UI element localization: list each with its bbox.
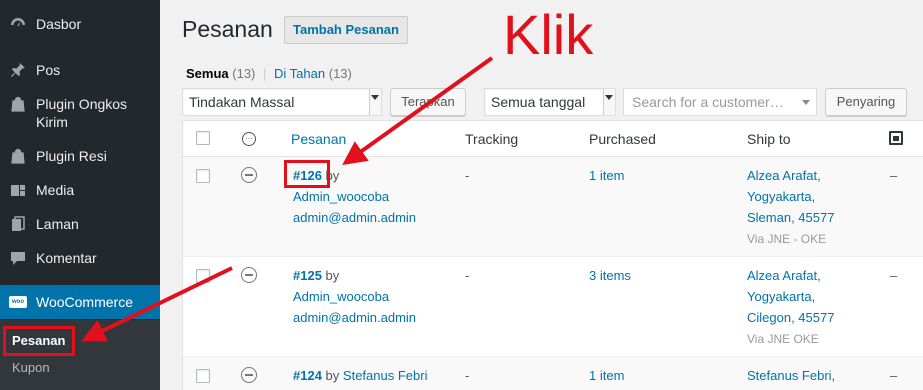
order-link[interactable]: #125 — [293, 268, 322, 283]
bag-icon — [9, 147, 27, 165]
comment-icon — [9, 249, 27, 267]
customer-link[interactable]: Admin_woocoba — [293, 289, 389, 304]
status-column-icon: ··· — [242, 132, 256, 146]
select-all-checkbox[interactable] — [196, 131, 210, 145]
status-circle-icon — [241, 167, 257, 183]
customer-email[interactable]: admin@admin.admin — [293, 210, 416, 225]
ship-to-cell: Stefanus Febri, — [747, 365, 835, 386]
ship-address-line[interactable]: Alzea Arafat, — [747, 268, 821, 283]
ship-address-line[interactable]: Stefanus Febri, — [747, 368, 835, 383]
purchased-link[interactable]: 1 item — [589, 365, 624, 386]
sidebar-item-laman[interactable]: Laman — [0, 215, 160, 233]
highlight-box-pesanan — [3, 326, 75, 356]
ship-address-line[interactable]: Cilegon, 45577 — [747, 310, 834, 325]
table-row[interactable]: #125 by Admin_woocoba admin@admin.admin … — [183, 257, 923, 357]
ship-address-line[interactable]: Sleman, 45577 — [747, 210, 834, 225]
sidebar-item-label: Plugin Ongkos Kirim — [36, 96, 128, 130]
status-circle-icon — [241, 367, 257, 383]
sidebar-item-dasbor[interactable]: Dasbor — [0, 15, 160, 33]
last-cell: – — [890, 368, 898, 383]
sidebar-item-label: Media — [36, 182, 75, 198]
customer-search-placeholder: Search for a customer… — [632, 94, 784, 110]
filter-separator: | — [263, 66, 267, 81]
highlight-box-order-126 — [284, 160, 330, 188]
bulk-action-value: Tindakan Massal — [189, 94, 295, 110]
status-filter-links: Semua (13) | Di Tahan (13) — [186, 66, 352, 81]
ship-address-line[interactable]: Yogyakarta, — [747, 189, 815, 204]
filter-ditahan-count: (13) — [328, 66, 352, 81]
customer-link[interactable]: Admin_woocoba — [293, 189, 389, 204]
add-order-button[interactable]: Tambah Pesanan — [284, 16, 408, 44]
sidebar-item-label: Laman — [36, 216, 79, 232]
row-checkbox[interactable] — [196, 269, 210, 283]
filter-button[interactable]: Penyaring — [825, 88, 907, 116]
table-header: ··· Pesanan Tracking Purchased Ship to — [183, 121, 923, 157]
tracking-cell: - — [465, 268, 470, 283]
filter-semua[interactable]: Semua — [186, 66, 229, 81]
order-cell: #124 by Stefanus Febri — [293, 365, 427, 386]
sidebar-item-plugin-resi[interactable]: Plugin Resi — [0, 147, 160, 165]
last-cell: – — [890, 268, 898, 283]
tracking-cell: - — [465, 168, 470, 183]
woo-icon: woo — [9, 293, 27, 311]
sidebar-item-label: Plugin Resi — [36, 148, 107, 164]
table-row[interactable]: #124 by Stefanus Febri - 1 item Stefanus… — [183, 357, 923, 390]
bulk-action-select[interactable]: Tindakan Massal — [182, 88, 382, 116]
pages-icon — [9, 215, 27, 233]
sidebar-item-komentar[interactable]: Komentar — [0, 249, 160, 267]
dashboard-icon — [9, 15, 27, 33]
media-icon — [9, 181, 27, 199]
column-header-ship-to: Ship to — [747, 131, 791, 147]
date-filter-select[interactable]: Semua tanggal — [484, 88, 616, 116]
woo-badge: woo — [9, 296, 27, 308]
page-title: Pesanan — [182, 16, 273, 42]
chevron-down-icon — [371, 95, 379, 100]
order-link[interactable]: #124 — [293, 368, 322, 383]
purchased-link[interactable]: 3 items — [589, 265, 631, 286]
customer-link[interactable]: Stefanus Febri — [343, 368, 428, 383]
bag-icon — [9, 95, 27, 113]
filter-semua-count: (13) — [232, 66, 256, 81]
image-column-icon — [889, 131, 903, 145]
ship-address-line[interactable]: Alzea Arafat, — [747, 168, 821, 183]
sidebar-item-label: WooCommerce — [36, 294, 133, 310]
sidebar-item-label: Pos — [36, 62, 61, 78]
submenu-item-kupon[interactable]: Kupon — [12, 360, 50, 375]
date-filter-value: Semua tanggal — [491, 94, 586, 110]
order-by-text: by — [325, 368, 340, 383]
sidebar-item-media[interactable]: Media — [0, 181, 160, 199]
customer-email[interactable]: admin@admin.admin — [293, 310, 416, 325]
sidebar-item-plugin-ongkos-kirim[interactable]: Plugin Ongkos Kirim — [0, 95, 160, 131]
customer-search-input[interactable]: Search for a customer… — [623, 88, 817, 116]
shipping-method: Via JNE OKE — [747, 332, 819, 346]
row-checkbox[interactable] — [196, 169, 210, 183]
ship-to-cell: Alzea Arafat, Yogyakarta, Sleman, 45577 … — [747, 165, 834, 250]
last-cell: – — [890, 168, 898, 183]
order-by-text: by — [325, 268, 340, 283]
shipping-method: Via JNE - OKE — [747, 232, 827, 246]
chevron-down-icon — [802, 100, 810, 105]
tracking-cell: - — [465, 368, 470, 383]
column-header-order[interactable]: Pesanan — [291, 131, 346, 147]
sidebar-item-pos[interactable]: Pos — [0, 61, 160, 79]
apply-button[interactable]: Terapkan — [390, 88, 466, 116]
row-checkbox[interactable] — [196, 369, 210, 383]
sidebar-item-label: Komentar — [36, 250, 97, 266]
chevron-down-icon — [605, 95, 613, 100]
order-cell: #125 by Admin_woocoba admin@admin.admin — [293, 265, 416, 328]
ship-address-line[interactable]: Yogyakarta, — [747, 289, 815, 304]
sidebar-item-woocommerce[interactable]: woo WooCommerce — [0, 285, 160, 319]
ship-to-cell: Alzea Arafat, Yogyakarta, Cilegon, 45577… — [747, 265, 834, 350]
pin-icon — [9, 61, 27, 79]
filter-ditahan[interactable]: Di Tahan — [274, 66, 325, 81]
admin-sidebar: Dasbor Pos Plugin Ongkos Kirim Plugin Re… — [0, 0, 160, 390]
status-circle-icon — [241, 267, 257, 283]
sidebar-item-label: Dasbor — [36, 16, 82, 32]
main-content: Pesanan Tambah Pesanan Klik Semua (13) |… — [160, 0, 923, 390]
purchased-link[interactable]: 1 item — [589, 165, 624, 186]
column-header-tracking: Tracking — [465, 131, 519, 147]
column-header-purchased: Purchased — [589, 131, 656, 147]
annotation-klik: Klik — [503, 3, 594, 66]
